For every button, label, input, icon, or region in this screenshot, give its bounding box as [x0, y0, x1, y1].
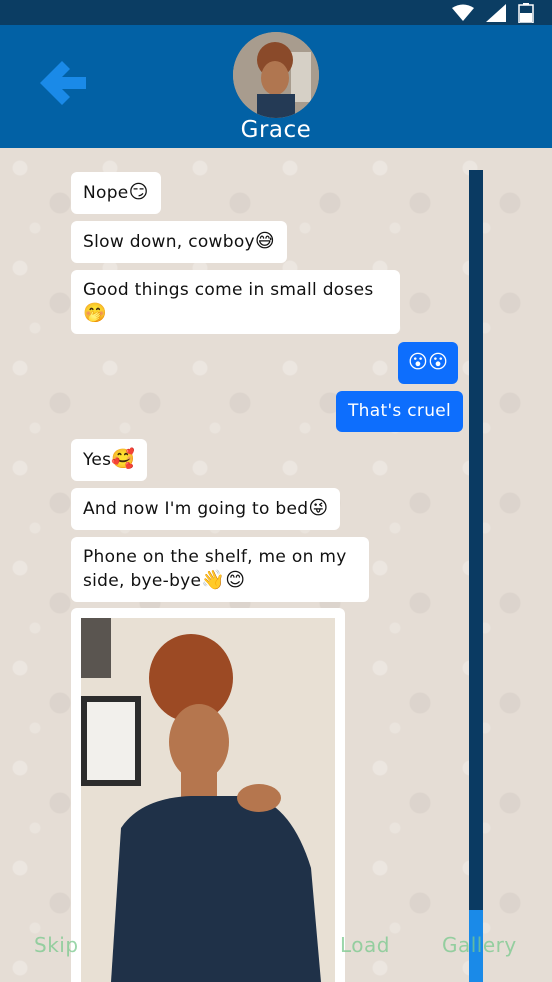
message-emoji: 😏: [128, 181, 149, 203]
scrollbar-track[interactable]: [469, 170, 483, 982]
load-button[interactable]: Load: [340, 933, 390, 957]
contact-avatar[interactable]: [233, 32, 319, 118]
message-emoji: 😅: [254, 230, 276, 252]
message-emoji: 👋😊: [201, 569, 246, 591]
message-text: side, bye-bye: [83, 571, 202, 591]
message-text: Yes: [83, 450, 112, 470]
message-text: Nope: [83, 183, 129, 203]
message-emoji: 😮😮: [408, 351, 449, 373]
sent-message-bubble: 😮😮: [398, 342, 459, 384]
skip-button[interactable]: Skip: [34, 933, 79, 957]
chat-area[interactable]: Nope😏 Slow down, cowboy😅 Good things com…: [0, 148, 552, 982]
message-text: Good things come in small doses: [83, 280, 374, 300]
wifi-icon: [452, 4, 474, 21]
message-bubble: And now I'm going to bed😜: [71, 488, 341, 530]
message-bubble: Phone on the shelf, me on my side, bye-b…: [71, 537, 369, 602]
message-bubble: Yes🥰: [71, 439, 148, 481]
avatar-image: [233, 32, 319, 118]
message-emoji: 😜: [308, 497, 329, 519]
chat-header: Grace: [0, 25, 552, 148]
contact-name: Grace: [240, 117, 312, 143]
message-text: That's cruel: [348, 401, 452, 421]
battery-icon: [518, 3, 534, 23]
photo[interactable]: [81, 618, 335, 982]
status-icons: [452, 3, 534, 23]
message-bubble: Slow down, cowboy😅: [71, 221, 288, 263]
message-text: And now I'm going to bed: [83, 499, 309, 519]
message-bubble: Nope😏: [71, 172, 161, 214]
photo-image: [81, 618, 335, 982]
message-text: Phone on the shelf, me on my: [83, 547, 347, 567]
message-text: Slow down, cowboy: [83, 232, 255, 252]
message-emoji: 🤭: [83, 302, 107, 324]
message-emoji: 🥰: [111, 448, 136, 470]
sent-message-bubble: That's cruel: [336, 391, 464, 432]
cell-signal-icon: [486, 4, 506, 22]
back-arrow-icon: [40, 61, 86, 105]
back-button[interactable]: [38, 59, 88, 107]
image-message[interactable]: [71, 608, 345, 982]
status-bar: [0, 0, 552, 25]
message-bubble: Good things come in small doses 🤭: [71, 270, 400, 334]
gallery-button[interactable]: Gallery: [442, 933, 517, 957]
